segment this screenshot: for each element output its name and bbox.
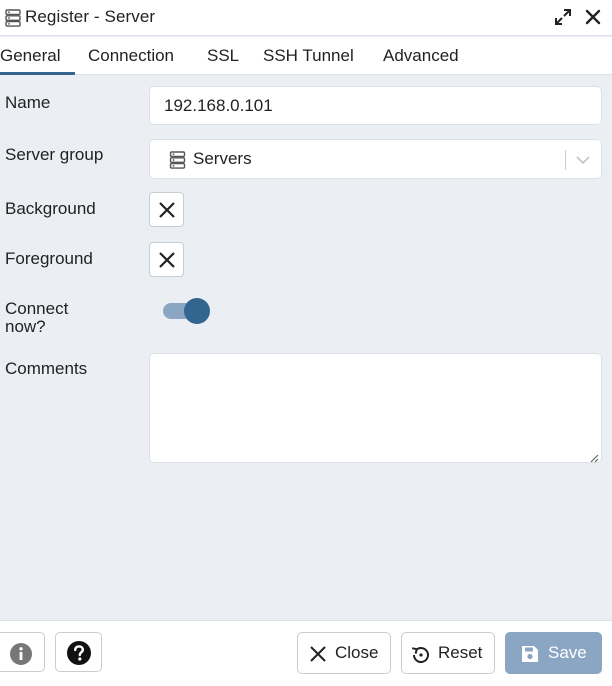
foreground-color-picker[interactable] [149,242,184,277]
dialog-title: Register - Server [25,7,156,26]
reset-button[interactable]: Reset [401,632,495,674]
info-icon [9,642,33,666]
comments-label: Comments [5,359,88,378]
connect-now-toggle[interactable] [163,298,211,324]
connect-now-label: Connect now? [5,300,68,336]
tab-connection[interactable]: Connection [88,37,174,75]
server-icon [5,9,21,27]
server-group-label: Server group [5,145,104,164]
connect-now-label-line1: Connect [5,299,69,318]
clear-color-icon [159,252,175,268]
dialog-footer: Close Reset Save [0,620,612,686]
reset-icon [410,644,430,664]
background-color-picker[interactable] [149,192,184,227]
tab-general[interactable]: General [0,37,75,75]
save-button-label: Save [548,643,587,662]
comments-textarea[interactable] [149,353,602,463]
help-button[interactable] [55,632,102,672]
name-label: Name [5,93,51,112]
resize-handle-icon[interactable] [589,450,599,463]
server-group-value: Servers [193,149,252,168]
close-button-label: Close [335,643,379,662]
close-button[interactable]: Close [297,632,391,674]
connect-now-label-line2: now? [5,317,46,336]
close-icon[interactable] [583,7,603,27]
tab-ssl[interactable]: SSL [207,37,239,75]
tab-advanced[interactable]: Advanced [383,37,459,75]
toggle-knob [184,298,210,324]
name-input[interactable]: 192.168.0.101 [149,86,602,125]
clear-color-icon [159,202,175,218]
tab-bar: General Connection SSL SSH Tunnel Advanc… [0,37,612,75]
save-button[interactable]: Save [505,632,602,674]
info-button[interactable] [0,632,45,672]
server-group-select[interactable]: Servers [149,139,602,179]
expand-icon[interactable] [553,7,573,27]
reset-button-label: Reset [438,643,483,662]
tab-ssh-tunnel[interactable]: SSH Tunnel [263,37,354,75]
foreground-label: Foreground [5,249,93,268]
select-divider [565,150,566,170]
chevron-down-icon[interactable] [575,152,591,168]
server-icon [169,151,186,169]
save-icon [520,644,540,664]
close-icon [308,644,328,664]
background-label: Background [5,199,96,218]
help-icon [66,640,92,666]
dialog-titlebar: Register - Server [0,0,612,36]
